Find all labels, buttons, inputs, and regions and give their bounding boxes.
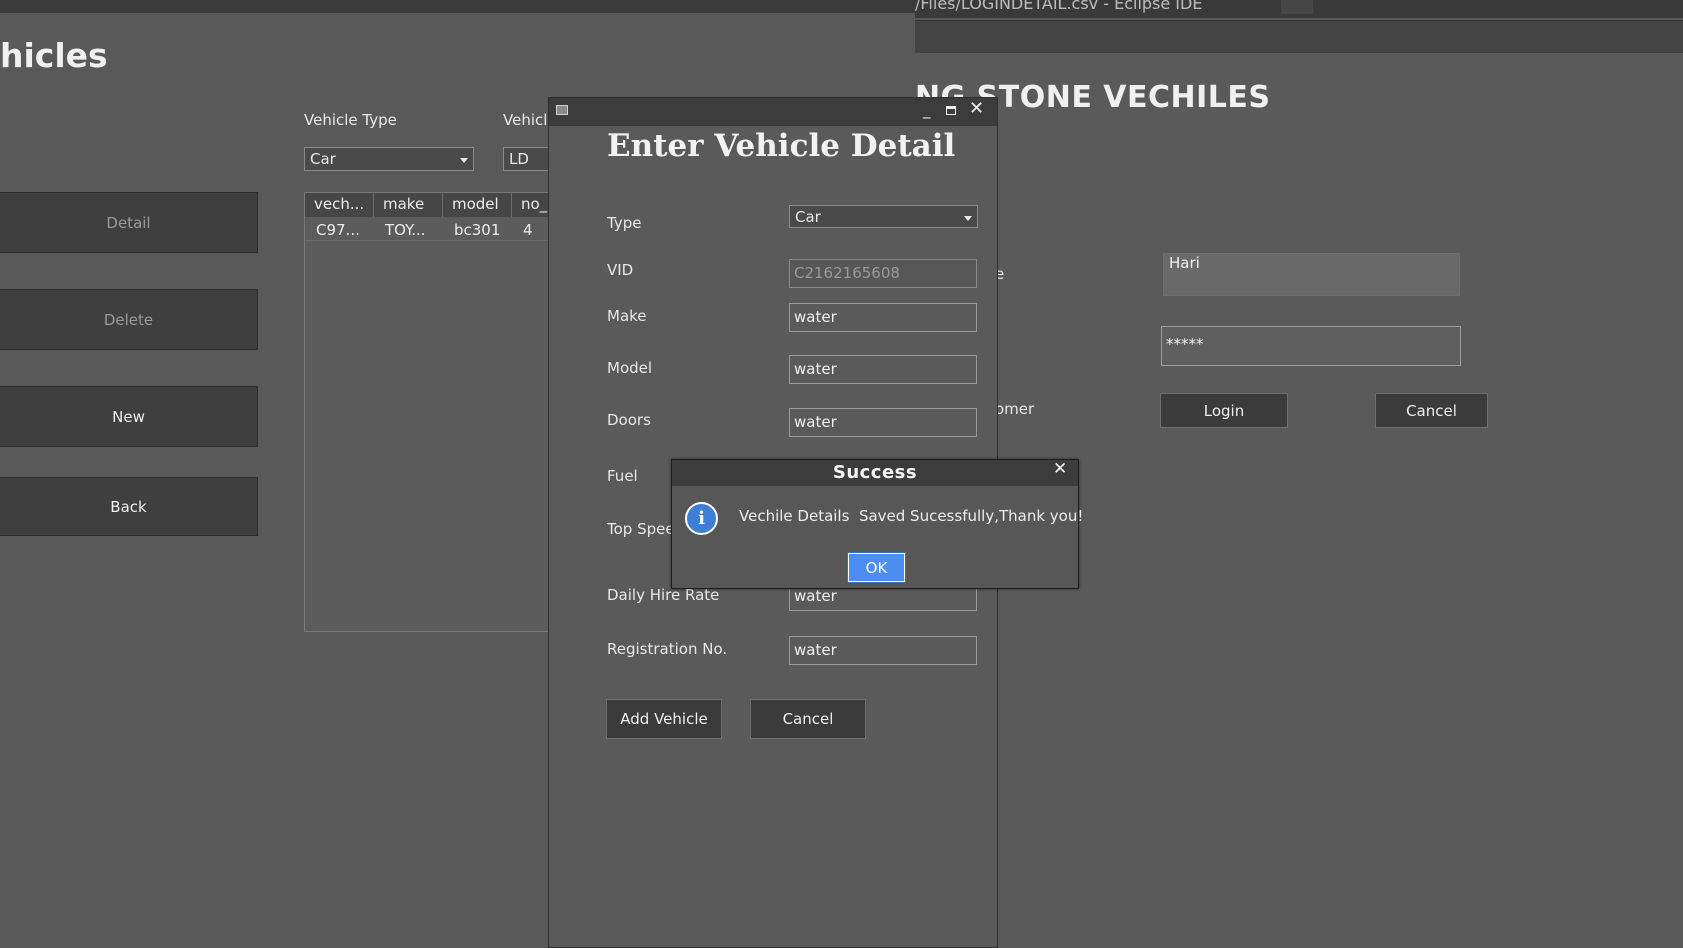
page-title: hicles <box>0 36 108 75</box>
make-field[interactable]: water <box>789 303 977 332</box>
type-select-value: Car <box>795 208 821 226</box>
column-header-model[interactable]: model <box>443 193 512 217</box>
registration-no-field[interactable]: water <box>789 636 977 665</box>
table-row[interactable]: C97... TOY... bc301 4 <box>305 217 565 241</box>
vid-label: VID <box>607 261 634 279</box>
new-button[interactable]: New <box>0 386 258 447</box>
dialog-titlebar[interactable]: _ ✕ <box>549 98 997 126</box>
login-button[interactable]: Login <box>1160 393 1288 428</box>
detail-button[interactable]: Detail <box>0 192 258 253</box>
back-button[interactable]: Back <box>0 477 258 536</box>
column-header-make[interactable]: make <box>374 193 443 217</box>
minimize-icon[interactable]: _ <box>923 101 931 119</box>
fuel-label: Fuel <box>607 467 638 485</box>
username-field[interactable]: Hari <box>1163 253 1460 296</box>
close-icon[interactable]: ✕ <box>969 98 984 119</box>
delete-button[interactable]: Delete <box>0 289 258 350</box>
doors-label: Doors <box>607 411 651 429</box>
vid-field: C2162165608 <box>789 259 977 288</box>
ide-toolbar <box>915 20 1683 53</box>
add-vehicle-button[interactable]: Add Vehicle <box>606 699 722 739</box>
model-label: Model <box>607 359 653 377</box>
ok-button[interactable]: OK <box>847 552 906 583</box>
chevron-down-icon <box>964 215 972 221</box>
type-select[interactable]: Car <box>789 205 978 228</box>
table-cell: C97... <box>316 221 360 239</box>
table-cell: TOY... <box>385 221 426 239</box>
type-label: Type <box>607 214 642 232</box>
column-header-vehicle-id[interactable]: vech... <box>305 193 374 217</box>
success-message: Vechile Details Saved Sucessfully,Thank … <box>739 507 1084 525</box>
vehicle-table[interactable]: vech... make model no_ C97... TOY... bc3… <box>304 192 565 632</box>
info-icon: i <box>685 502 718 535</box>
login-cancel-button[interactable]: Cancel <box>1375 393 1488 428</box>
ide-window-title: /Files/LOGINDETAIL.csv - Eclipse IDE <box>915 0 1203 13</box>
search-icon[interactable] <box>1281 0 1313 14</box>
left-window-titlebar <box>0 0 915 13</box>
model-field[interactable]: water <box>789 355 977 384</box>
customer-label: omer <box>995 400 1035 418</box>
vehicle-type-select-value: Car <box>310 150 336 168</box>
vehicle-select-value: LD <box>509 150 529 168</box>
cancel-button[interactable]: Cancel <box>750 699 866 739</box>
doors-field[interactable]: water <box>789 408 977 437</box>
window-icon <box>556 105 568 115</box>
table-cell: bc301 <box>454 221 501 239</box>
make-label: Make <box>607 307 647 325</box>
vehicle-type-select[interactable]: Car <box>304 147 474 171</box>
success-dialog: Success ✕ i Vechile Details Saved Sucess… <box>671 459 1083 589</box>
success-title: Success <box>832 462 918 483</box>
password-field[interactable]: ***** <box>1161 326 1461 366</box>
vehicle-type-label: Vehicle Type <box>304 111 397 129</box>
success-titlebar[interactable]: Success ✕ <box>672 459 1078 486</box>
maximize-icon[interactable] <box>946 106 956 115</box>
dialog-heading: Enter Vehicle Detail <box>607 128 956 164</box>
registration-no-label: Registration No. <box>607 640 728 658</box>
table-header: vech... make model no_ <box>305 193 565 217</box>
chevron-down-icon <box>460 158 468 163</box>
close-icon[interactable]: ✕ <box>1053 459 1067 479</box>
ide-titlebar: /Files/LOGINDETAIL.csv - Eclipse IDE <box>915 0 1683 18</box>
top-speed-label: Top Spee <box>607 520 675 538</box>
